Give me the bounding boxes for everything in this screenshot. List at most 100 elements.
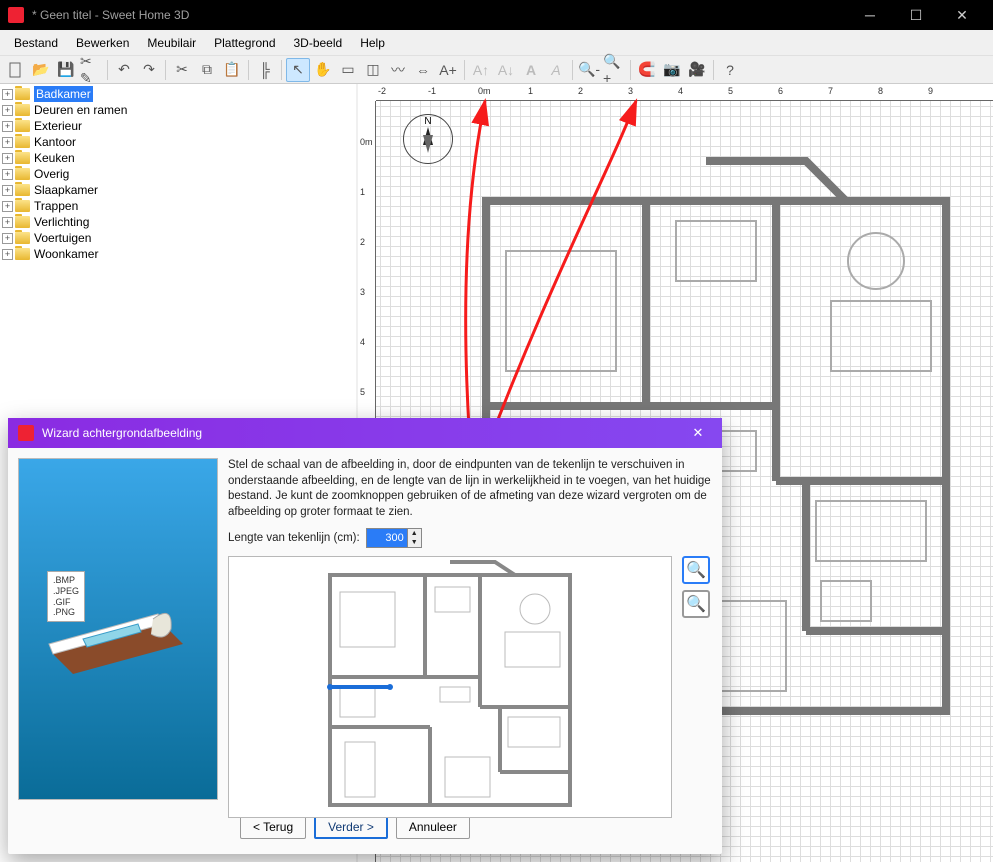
ruler-v-tick: 0m bbox=[360, 137, 373, 147]
text-tool-icon[interactable]: A+ bbox=[436, 58, 460, 82]
expand-icon[interactable]: + bbox=[2, 137, 13, 148]
expand-icon[interactable]: + bbox=[2, 121, 13, 132]
catalog-item-badkamer[interactable]: + Badkamer bbox=[2, 86, 354, 102]
wizard-illustration-panel: .BMP .JPEG .GIF .PNG bbox=[18, 458, 218, 800]
ruler-h-tick: -1 bbox=[428, 86, 436, 96]
catalog-label: Keuken bbox=[34, 150, 75, 166]
photo-icon[interactable]: 📷 bbox=[660, 58, 684, 82]
menu-3dbeeld[interactable]: 3D-beeld bbox=[286, 33, 351, 53]
expand-icon[interactable]: + bbox=[2, 89, 13, 100]
image-preview[interactable] bbox=[228, 556, 672, 818]
ruler-horizontal: -2-10m123456789 bbox=[376, 84, 993, 101]
preview-zoom-out-button[interactable]: 🔍 bbox=[682, 590, 710, 618]
expand-icon[interactable]: + bbox=[2, 105, 13, 116]
expand-icon[interactable]: + bbox=[2, 201, 13, 212]
close-button[interactable]: ✕ bbox=[939, 0, 985, 30]
catalog-item-slaapkamer[interactable]: + Slaapkamer bbox=[2, 182, 354, 198]
ruler-h-tick: 6 bbox=[778, 86, 783, 96]
folder-icon bbox=[15, 168, 30, 180]
ruler-h-tick: 9 bbox=[928, 86, 933, 96]
zoom-in-icon[interactable]: 🔍+ bbox=[602, 58, 626, 82]
catalog-label: Trappen bbox=[34, 198, 78, 214]
pan-tool-icon[interactable]: ✋ bbox=[311, 58, 335, 82]
dialog-body: .BMP .JPEG .GIF .PNG Stel de schaal van … bbox=[8, 448, 722, 810]
wall-tool-icon[interactable]: ▭ bbox=[336, 58, 360, 82]
help-icon[interactable]: ? bbox=[718, 58, 742, 82]
text-smaller-icon[interactable]: A↓ bbox=[494, 58, 518, 82]
ruler-v-tick: 5 bbox=[360, 387, 365, 397]
ruler-h-tick: 8 bbox=[878, 86, 883, 96]
cut-icon[interactable]: ✂ bbox=[170, 58, 194, 82]
menu-bar: Bestand Bewerken Meubilair Plattegrond 3… bbox=[0, 30, 993, 56]
ruler-h-tick: -2 bbox=[378, 86, 386, 96]
preview-zoom-tools: 🔍 🔍 bbox=[680, 556, 712, 818]
menu-plattegrond[interactable]: Plattegrond bbox=[206, 33, 283, 53]
ruler-h-tick: 2 bbox=[578, 86, 583, 96]
catalog-item-woonkamer[interactable]: +Woonkamer bbox=[2, 246, 354, 262]
dialog-title-bar[interactable]: Wizard achtergrondafbeelding ✕ bbox=[8, 418, 722, 448]
catalog-item-verlichting[interactable]: + Verlichting bbox=[2, 214, 354, 230]
redo-icon[interactable]: ↷ bbox=[137, 58, 161, 82]
expand-icon[interactable]: + bbox=[2, 217, 13, 228]
polyline-tool-icon[interactable]: 〰 bbox=[386, 58, 410, 82]
undo-icon[interactable]: ↶ bbox=[112, 58, 136, 82]
catalog-item-deuren-en-ramen[interactable]: +Deuren en ramen bbox=[2, 102, 354, 118]
catalog-label: Exterieur bbox=[34, 118, 82, 134]
catalog-item-trappen[interactable]: + Trappen bbox=[2, 198, 354, 214]
open-icon[interactable]: 📂 bbox=[29, 58, 53, 82]
text-bigger-icon[interactable]: A↑ bbox=[469, 58, 493, 82]
copy-icon[interactable]: ⧉ bbox=[195, 58, 219, 82]
add-furniture-icon[interactable]: ╠ bbox=[253, 58, 277, 82]
catalog-item-exterieur[interactable]: + Exterieur bbox=[2, 118, 354, 134]
ruler-v-tick: 2 bbox=[360, 237, 365, 247]
catalog-label: Badkamer bbox=[34, 86, 93, 102]
dimension-tool-icon[interactable]: ⇔ bbox=[411, 58, 435, 82]
dialog-close-button[interactable]: ✕ bbox=[684, 421, 712, 445]
dialog-title: Wizard achtergrondafbeelding bbox=[42, 426, 684, 440]
preview-zoom-in-button[interactable]: 🔍 bbox=[682, 556, 710, 584]
spinner-down-icon[interactable]: ▼ bbox=[407, 538, 421, 547]
menu-meubilair[interactable]: Meubilair bbox=[139, 33, 204, 53]
expand-icon[interactable]: + bbox=[2, 233, 13, 244]
preferences-icon[interactable]: ✂✎ bbox=[79, 58, 103, 82]
ruler-h-tick: 5 bbox=[728, 86, 733, 96]
expand-icon[interactable]: + bbox=[2, 153, 13, 164]
new-icon[interactable] bbox=[4, 58, 28, 82]
ruler-h-tick: 3 bbox=[628, 86, 633, 96]
app-icon bbox=[8, 7, 24, 23]
video-icon[interactable]: 🎥 bbox=[685, 58, 709, 82]
create-photo-icon[interactable]: 🧲 bbox=[635, 58, 659, 82]
catalog-item-keuken[interactable]: + Keuken bbox=[2, 150, 354, 166]
wizard-dialog: Wizard achtergrondafbeelding ✕ .BMP .JPE… bbox=[8, 418, 722, 854]
maximize-button[interactable]: ☐ bbox=[893, 0, 939, 30]
length-input[interactable] bbox=[367, 529, 407, 547]
room-tool-icon[interactable]: ◫ bbox=[361, 58, 385, 82]
minimize-button[interactable]: ─ bbox=[847, 0, 893, 30]
menu-help[interactable]: Help bbox=[352, 33, 393, 53]
paste-icon[interactable]: 📋 bbox=[220, 58, 244, 82]
expand-icon[interactable]: + bbox=[2, 249, 13, 260]
text-bold-icon[interactable]: A bbox=[519, 58, 543, 82]
expand-icon[interactable]: + bbox=[2, 169, 13, 180]
catalog-item-voertuigen[interactable]: +Voertuigen bbox=[2, 230, 354, 246]
save-icon[interactable]: 💾 bbox=[54, 58, 78, 82]
cancel-button[interactable]: Annuleer bbox=[396, 815, 470, 839]
length-spinner[interactable]: ▲ ▼ bbox=[366, 528, 422, 548]
catalog-item-kantoor[interactable]: +Kantoor bbox=[2, 134, 354, 150]
select-tool-icon[interactable]: ↖ bbox=[286, 58, 310, 82]
zoom-out-icon[interactable]: 🔍- bbox=[577, 58, 601, 82]
catalog-item-overig[interactable]: +Overig bbox=[2, 166, 354, 182]
catalog-label: Slaapkamer bbox=[34, 182, 98, 198]
expand-icon[interactable]: + bbox=[2, 185, 13, 196]
menu-bewerken[interactable]: Bewerken bbox=[68, 33, 137, 53]
preview-floorplan-icon bbox=[320, 557, 580, 817]
catalog-label: Verlichting bbox=[34, 214, 89, 230]
folder-icon bbox=[15, 120, 30, 132]
spinner-up-icon[interactable]: ▲ bbox=[407, 529, 421, 538]
next-button[interactable]: Verder > bbox=[314, 815, 388, 839]
text-italic-icon[interactable]: A bbox=[544, 58, 568, 82]
ruler-v-tick: 3 bbox=[360, 287, 365, 297]
wizard-content: Stel de schaal van de afbeelding in, doo… bbox=[228, 458, 712, 800]
back-button[interactable]: < Terug bbox=[240, 815, 306, 839]
menu-bestand[interactable]: Bestand bbox=[6, 33, 66, 53]
